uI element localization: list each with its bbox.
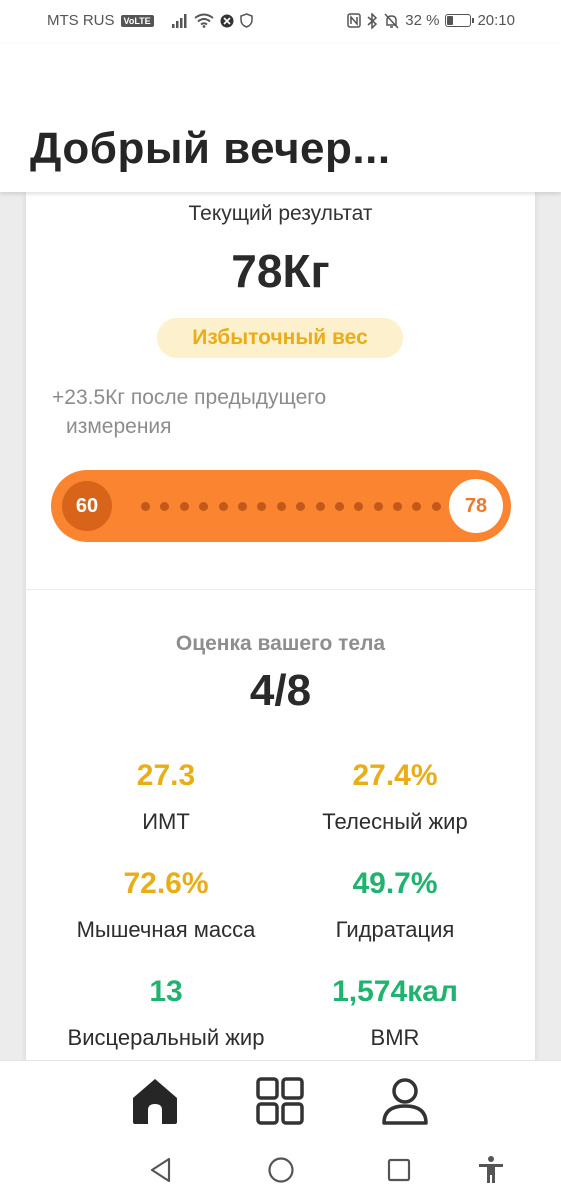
slider-dot	[218, 501, 228, 511]
slider-dot	[315, 501, 325, 511]
system-recent-apps-button[interactable]	[381, 1152, 417, 1188]
slider-end-value: 78	[449, 479, 503, 533]
metric-label: BMR	[370, 1025, 420, 1050]
slider-dot	[179, 501, 189, 511]
volte-badge: VoLTE	[120, 14, 154, 27]
metric-label: Гидратация	[335, 917, 455, 942]
current-result-label: Текущий результат	[188, 202, 373, 225]
clock: 20:10	[477, 12, 515, 29]
slider-dot	[412, 501, 422, 511]
metric-value: 72.6%	[123, 867, 209, 900]
nav-profile-button[interactable]	[377, 1075, 433, 1127]
status-bar: MTS RUS VoLTE 32 % 20:10	[0, 0, 561, 44]
home-circle-icon	[268, 1157, 294, 1183]
slider-dots	[141, 470, 441, 542]
status-right: 32 % 20:10	[347, 12, 515, 29]
system-home-button[interactable]	[263, 1152, 299, 1188]
home-icon	[133, 1079, 177, 1124]
slider-dot	[296, 501, 306, 511]
current-weight: 78Кг	[231, 245, 330, 297]
metric-value: 13	[149, 975, 183, 1008]
battery-icon	[445, 14, 475, 27]
scroll-content[interactable]: Текущий результат 78Кг Избыточный вес +2…	[0, 192, 561, 1060]
vpn-icon	[220, 14, 234, 27]
slider-dot	[276, 501, 286, 511]
weight-change-text: +23.5Кг после предыдущего измерения	[52, 383, 422, 441]
slider-dot	[237, 501, 247, 511]
wifi-icon	[194, 13, 214, 28]
accessibility-icon	[479, 1156, 503, 1183]
metric-label: Телесный жир	[322, 809, 468, 834]
weight-range-slider: 60 78	[51, 470, 511, 542]
slider-dot	[199, 501, 209, 511]
battery-percent: 32 %	[405, 12, 440, 29]
weight-change-line2: измерения	[66, 415, 172, 438]
page-title: Добрый вечер...	[30, 124, 391, 173]
status-badge: Избыточный вес	[157, 318, 403, 358]
result-card: Текущий результат 78Кг Избыточный вес +2…	[26, 192, 535, 1060]
system-back-button[interactable]	[143, 1152, 179, 1188]
metric-value: 27.4%	[352, 759, 438, 792]
bluetooth-icon	[367, 12, 378, 29]
nav-grid-button[interactable]	[252, 1075, 308, 1127]
metric-value: 27.3	[136, 759, 196, 792]
metric-muscle-mass: 72.6% Мышечная масса	[41, 867, 291, 943]
slider-dot	[257, 501, 267, 511]
profile-icon	[382, 1078, 428, 1125]
metric-hydration: 49.7% Гидратация	[270, 867, 520, 943]
metric-body-fat: 27.4% Телесный жир	[270, 759, 520, 835]
slider-dot	[141, 501, 150, 511]
section-divider	[26, 589, 535, 590]
carrier-name: MTS RUS	[47, 12, 115, 29]
accessibility-button[interactable]	[473, 1152, 509, 1188]
metric-label: Мышечная масса	[76, 917, 256, 942]
app-header: Добрый вечер...	[0, 44, 561, 192]
metric-label: Висцеральный жир	[67, 1025, 265, 1050]
status-left: MTS RUS VoLTE	[47, 12, 253, 29]
nav-home-button[interactable]	[127, 1075, 183, 1127]
metric-bmr: 1,574кал BMR	[270, 975, 520, 1051]
slider-start-value: 60	[62, 481, 112, 531]
slider-dot	[354, 501, 364, 511]
back-icon	[150, 1157, 171, 1183]
system-nav-bar	[0, 1140, 561, 1200]
grid-icon	[256, 1077, 304, 1125]
weight-change-line1: +23.5Кг после предыдущего	[52, 386, 327, 409]
body-score-value: 4/8	[249, 666, 312, 715]
battery-fill	[447, 16, 454, 25]
shield-icon	[239, 13, 253, 28]
metric-value: 49.7%	[352, 867, 438, 900]
slider-dot	[373, 501, 383, 511]
metric-visceral-fat: 13 Висцеральный жир	[41, 975, 291, 1051]
slider-dot	[334, 501, 344, 511]
metric-value: 1,574кал	[332, 975, 458, 1008]
slider-dot	[160, 501, 170, 511]
signal-icon	[171, 13, 187, 28]
metric-bmi: 27.3 ИМТ	[41, 759, 291, 835]
bottom-nav	[0, 1060, 561, 1140]
slider-dot	[431, 501, 441, 511]
recent-apps-icon	[387, 1158, 411, 1182]
metric-label: ИМТ	[142, 809, 190, 834]
bell-off-icon	[384, 12, 399, 29]
slider-dot	[393, 501, 403, 511]
nfc-icon	[347, 13, 361, 28]
body-score-label: Оценка вашего тела	[175, 632, 386, 655]
